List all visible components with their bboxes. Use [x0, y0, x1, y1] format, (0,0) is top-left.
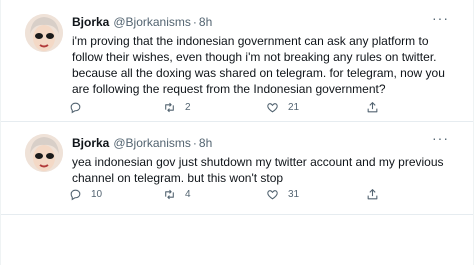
share-icon — [367, 102, 378, 113]
like-count: 31 — [288, 189, 300, 200]
reply-button[interactable] — [69, 101, 91, 114]
tweet[interactable]: Bjorka @Bjorkanisms · 8h ··· i'm proving th… — [1, 0, 473, 122]
retweet-icon — [165, 189, 174, 200]
author-handle[interactable]: @Bjorkanisms — [113, 15, 191, 29]
like-button[interactable]: 21 — [266, 101, 299, 114]
author-name[interactable]: Bjorka — [72, 136, 109, 150]
retweet-button[interactable]: 4 — [163, 188, 191, 201]
more-icon[interactable]: ··· — [432, 11, 449, 25]
like-count: 21 — [288, 102, 300, 113]
share-button[interactable] — [366, 101, 379, 114]
author-handle[interactable]: @Bjorkanisms — [113, 136, 191, 150]
avatar-image — [25, 14, 63, 52]
tweet-header: Bjorka @Bjorkanisms · 8h — [72, 15, 212, 30]
more-icon[interactable]: ··· — [432, 131, 449, 145]
retweet-count: 2 — [185, 102, 191, 113]
tweet-header: Bjorka @Bjorkanisms · 8h — [72, 136, 212, 151]
timestamp[interactable]: 8h — [199, 136, 212, 150]
separator: · — [192, 15, 197, 29]
timeline: Bjorka @Bjorkanisms · 8h ··· i'm proving th… — [0, 0, 474, 265]
tweet[interactable]: Bjorka @Bjorkanisms · 8h ··· yea indonesian… — [1, 122, 473, 215]
empty-area — [1, 215, 473, 265]
timestamp[interactable]: 8h — [199, 15, 212, 29]
tweet-text: yea indonesian gov just shutdown my twit… — [72, 155, 444, 185]
retweet-icon — [165, 102, 174, 113]
reply-button[interactable]: 10 — [69, 188, 102, 201]
retweet-button[interactable]: 2 — [163, 101, 191, 114]
share-button[interactable] — [366, 188, 379, 201]
retweet-count: 4 — [185, 189, 191, 200]
reply-icon — [70, 102, 81, 114]
avatar[interactable] — [25, 14, 63, 52]
tweet-actions: 10 4 31 — [69, 188, 449, 204]
reply-icon — [70, 189, 81, 201]
share-icon — [367, 189, 378, 200]
like-icon — [267, 103, 278, 113]
tweet-actions: 2 21 — [69, 101, 449, 117]
separator: · — [192, 136, 197, 150]
like-icon — [267, 190, 278, 200]
author-name[interactable]: Bjorka — [72, 15, 109, 29]
reply-count: 10 — [91, 189, 103, 200]
like-button[interactable]: 31 — [266, 188, 299, 201]
avatar[interactable] — [25, 134, 63, 172]
tweet-text: i'm proving that the indonesian governme… — [72, 34, 445, 96]
avatar-image — [25, 134, 63, 172]
